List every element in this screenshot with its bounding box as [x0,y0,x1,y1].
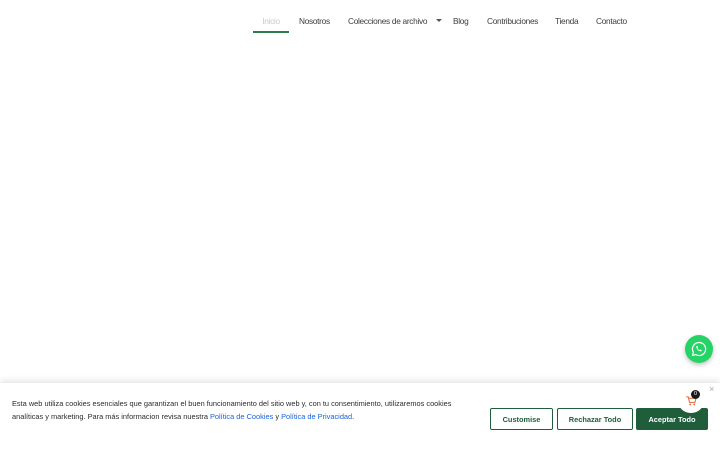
cookie-notice-text: Esta web utiliza cookies esenciales que … [12,398,482,423]
whatsapp-button[interactable] [685,335,713,363]
nav-item-blog[interactable]: Blog [453,10,469,33]
privacy-policy-link[interactable]: Política de Privacidad [281,412,352,421]
nav-item-nosotros[interactable]: Nosotros [299,10,330,33]
cookie-policy-link[interactable]: Política de Cookies [210,412,273,421]
cookie-notice-period: . [352,411,355,421]
reject-all-button[interactable]: Rechazar Todo [557,408,633,430]
cookie-consent-banner: Esta web utiliza cookies esenciales que … [0,383,720,450]
cookie-notice-and: y [273,411,282,421]
nav-item-contribuciones[interactable]: Contribuciones [487,10,538,33]
chevron-down-icon [436,19,443,23]
nav-item-colecciones-label: Colecciones de archivo [348,16,428,26]
main-navigation: Inicio Nosotros Colecciones de archivo B… [0,0,720,40]
nav-item-inicio[interactable]: Inicio [253,10,289,33]
customise-button[interactable]: Customise [490,408,553,430]
nav-item-contacto[interactable]: Contacto [596,10,627,33]
close-icon[interactable]: × [709,384,714,394]
nav-item-colecciones[interactable]: Colecciones de archivo [348,10,443,33]
cart-count-badge: 0 [691,390,700,399]
whatsapp-icon [691,341,707,357]
nav-item-tienda[interactable]: Tienda [555,10,579,33]
